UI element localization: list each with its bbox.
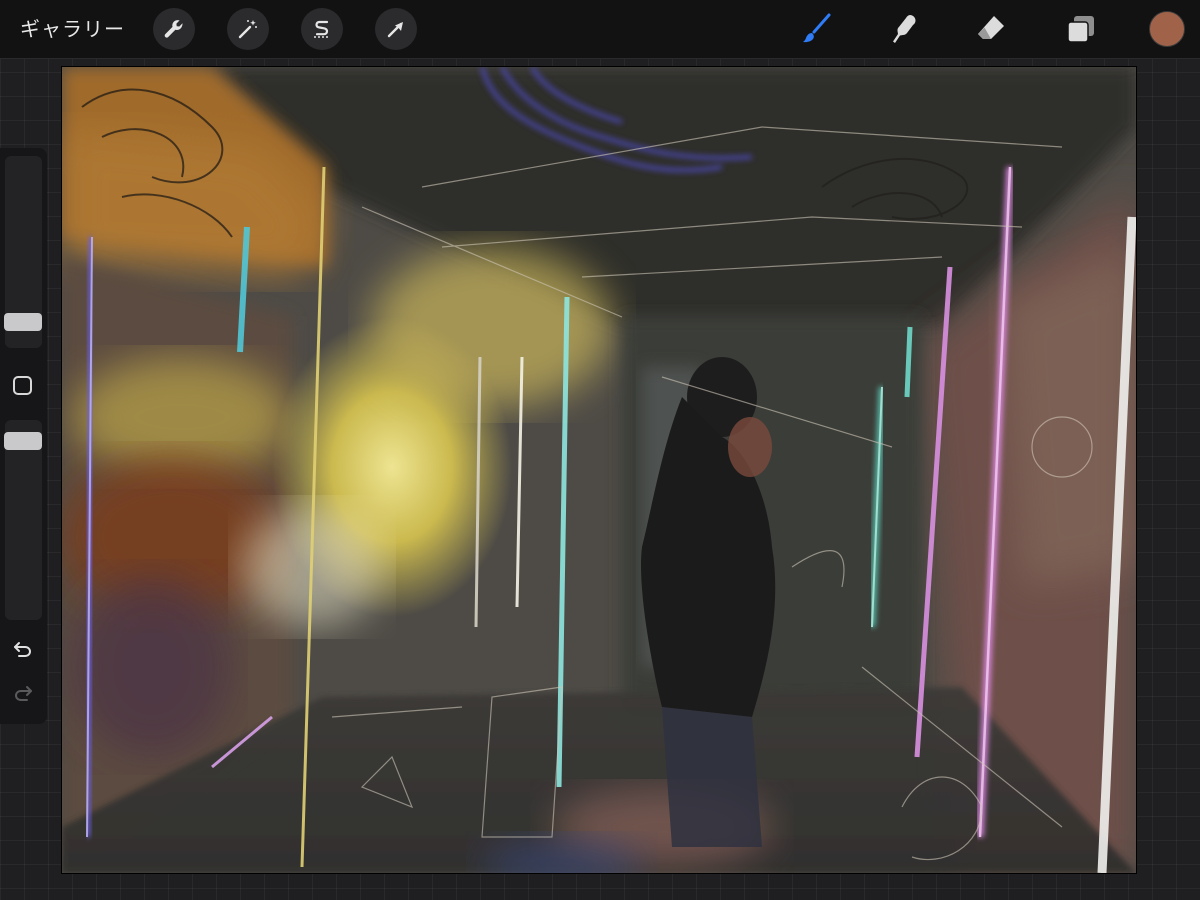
drawing-canvas[interactable] (62, 67, 1136, 873)
opacity-handle[interactable] (4, 432, 42, 450)
brush-icon (803, 13, 831, 43)
brush-size-slider[interactable] (4, 156, 42, 348)
top-toolbar: ギャラリー (0, 0, 1200, 59)
procreate-app: ギャラリー (0, 0, 1200, 900)
erase-tool-button[interactable] (971, 9, 1011, 49)
opacity-slider[interactable] (4, 420, 42, 620)
transform-button[interactable] (375, 8, 417, 50)
redo-button[interactable] (10, 681, 36, 707)
modify-button[interactable] (13, 376, 32, 395)
layers-icon (1067, 16, 1094, 43)
arrow-cursor-icon (387, 22, 403, 38)
actions-button[interactable] (153, 8, 195, 50)
brush-size-handle[interactable] (4, 313, 42, 331)
artwork (62, 67, 1136, 873)
selection-button[interactable] (301, 8, 343, 50)
adjustments-button[interactable] (227, 8, 269, 50)
undo-button[interactable] (10, 637, 36, 663)
color-picker-swatch[interactable] (1149, 11, 1185, 47)
smudge-finger-icon (893, 15, 916, 43)
magic-wand-icon (238, 20, 257, 39)
left-sidebar (0, 148, 47, 724)
gallery-button[interactable]: ギャラリー (20, 14, 125, 44)
wrench-icon (164, 20, 183, 38)
smudge-tool-button[interactable] (885, 9, 925, 49)
layers-button[interactable] (1061, 9, 1101, 49)
paint-tool-button[interactable] (797, 9, 837, 49)
undo-arrow-icon (14, 642, 32, 657)
selection-s-icon (314, 20, 330, 38)
eraser-icon (978, 16, 1004, 39)
redo-arrow-icon (14, 686, 32, 701)
